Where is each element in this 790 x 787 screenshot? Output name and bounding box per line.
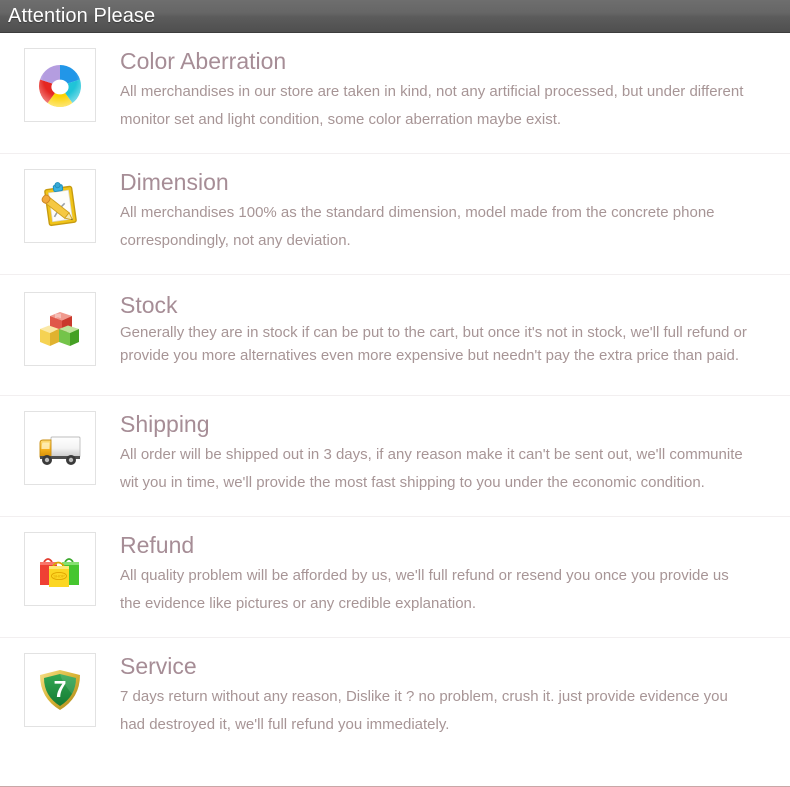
section-body-line-1: All merchandises in our store are taken … bbox=[120, 83, 744, 101]
section-refund: SHOP Refund All quality problem will be … bbox=[0, 517, 790, 638]
clipboard-pencil-icon bbox=[24, 169, 96, 243]
text-cell: Color Aberration All merchandises in our… bbox=[120, 48, 790, 134]
section-body-line-1: All order will be shipped out in 3 days,… bbox=[120, 446, 743, 464]
text-cell: Refund All quality problem will be affor… bbox=[120, 532, 790, 618]
icon-cell: 7 bbox=[0, 653, 120, 727]
text-cell: Shipping All order will be shipped out i… bbox=[120, 411, 790, 497]
delivery-truck-icon bbox=[24, 411, 96, 485]
section-body-line-2: correspondingly, not any deviation. bbox=[120, 231, 351, 249]
section-body-line-2: monitor set and light condition, some co… bbox=[120, 110, 562, 128]
attention-sections: Color Aberration All merchandises in our… bbox=[0, 33, 790, 759]
text-cell: Dimension All merchandises 100% as the s… bbox=[120, 169, 790, 255]
section-body-line-2: provide you more alternatives even more … bbox=[120, 346, 740, 364]
section-title: Service bbox=[120, 653, 197, 679]
icon-cell bbox=[0, 48, 120, 122]
section-body-line-1: All merchandises 100% as the standard di… bbox=[120, 204, 715, 222]
boxes-icon bbox=[24, 292, 96, 366]
seven-day-shield-icon: 7 bbox=[24, 653, 96, 727]
icon-cell: SHOP bbox=[0, 532, 120, 606]
icon-cell bbox=[0, 169, 120, 243]
section-body-line-2: the evidence like pictures or any credib… bbox=[120, 594, 477, 612]
section-title: Stock bbox=[120, 292, 178, 318]
icon-cell bbox=[0, 411, 120, 485]
section-color-aberration: Color Aberration All merchandises in our… bbox=[0, 33, 790, 154]
section-body-line-2: had destroyed it, we'll full refund you … bbox=[120, 715, 450, 733]
svg-text:SHOP: SHOP bbox=[53, 574, 65, 579]
section-body-line-1: Generally they are in stock if can be pu… bbox=[120, 324, 747, 342]
section-body-line-2: wit you in time, we'll provide the most … bbox=[120, 473, 705, 491]
text-cell: Stock Generally they are in stock if can… bbox=[120, 292, 790, 368]
section-title: Refund bbox=[120, 532, 195, 558]
icon-cell bbox=[0, 292, 120, 366]
section-body-line-1: All quality problem will be afforded by … bbox=[120, 567, 729, 585]
text-cell: Service 7 days return without any reason… bbox=[120, 653, 790, 739]
color-wheel-icon bbox=[24, 48, 96, 122]
svg-text:7: 7 bbox=[54, 676, 67, 702]
section-stock: Stock Generally they are in stock if can… bbox=[0, 275, 790, 396]
section-title: Color Aberration bbox=[120, 48, 287, 74]
section-service: 7 Service 7 days return without any reas… bbox=[0, 638, 790, 759]
section-shipping: Shipping All order will be shipped out i… bbox=[0, 396, 790, 517]
section-title: Shipping bbox=[120, 411, 210, 437]
section-title: Dimension bbox=[120, 169, 229, 195]
window-header: Attention Please bbox=[0, 0, 790, 33]
section-dimension: Dimension All merchandises 100% as the s… bbox=[0, 154, 790, 275]
shopping-bags-icon: SHOP bbox=[24, 532, 96, 606]
section-body-line-1: 7 days return without any reason, Dislik… bbox=[120, 688, 728, 706]
page-title: Attention Please bbox=[8, 5, 156, 27]
